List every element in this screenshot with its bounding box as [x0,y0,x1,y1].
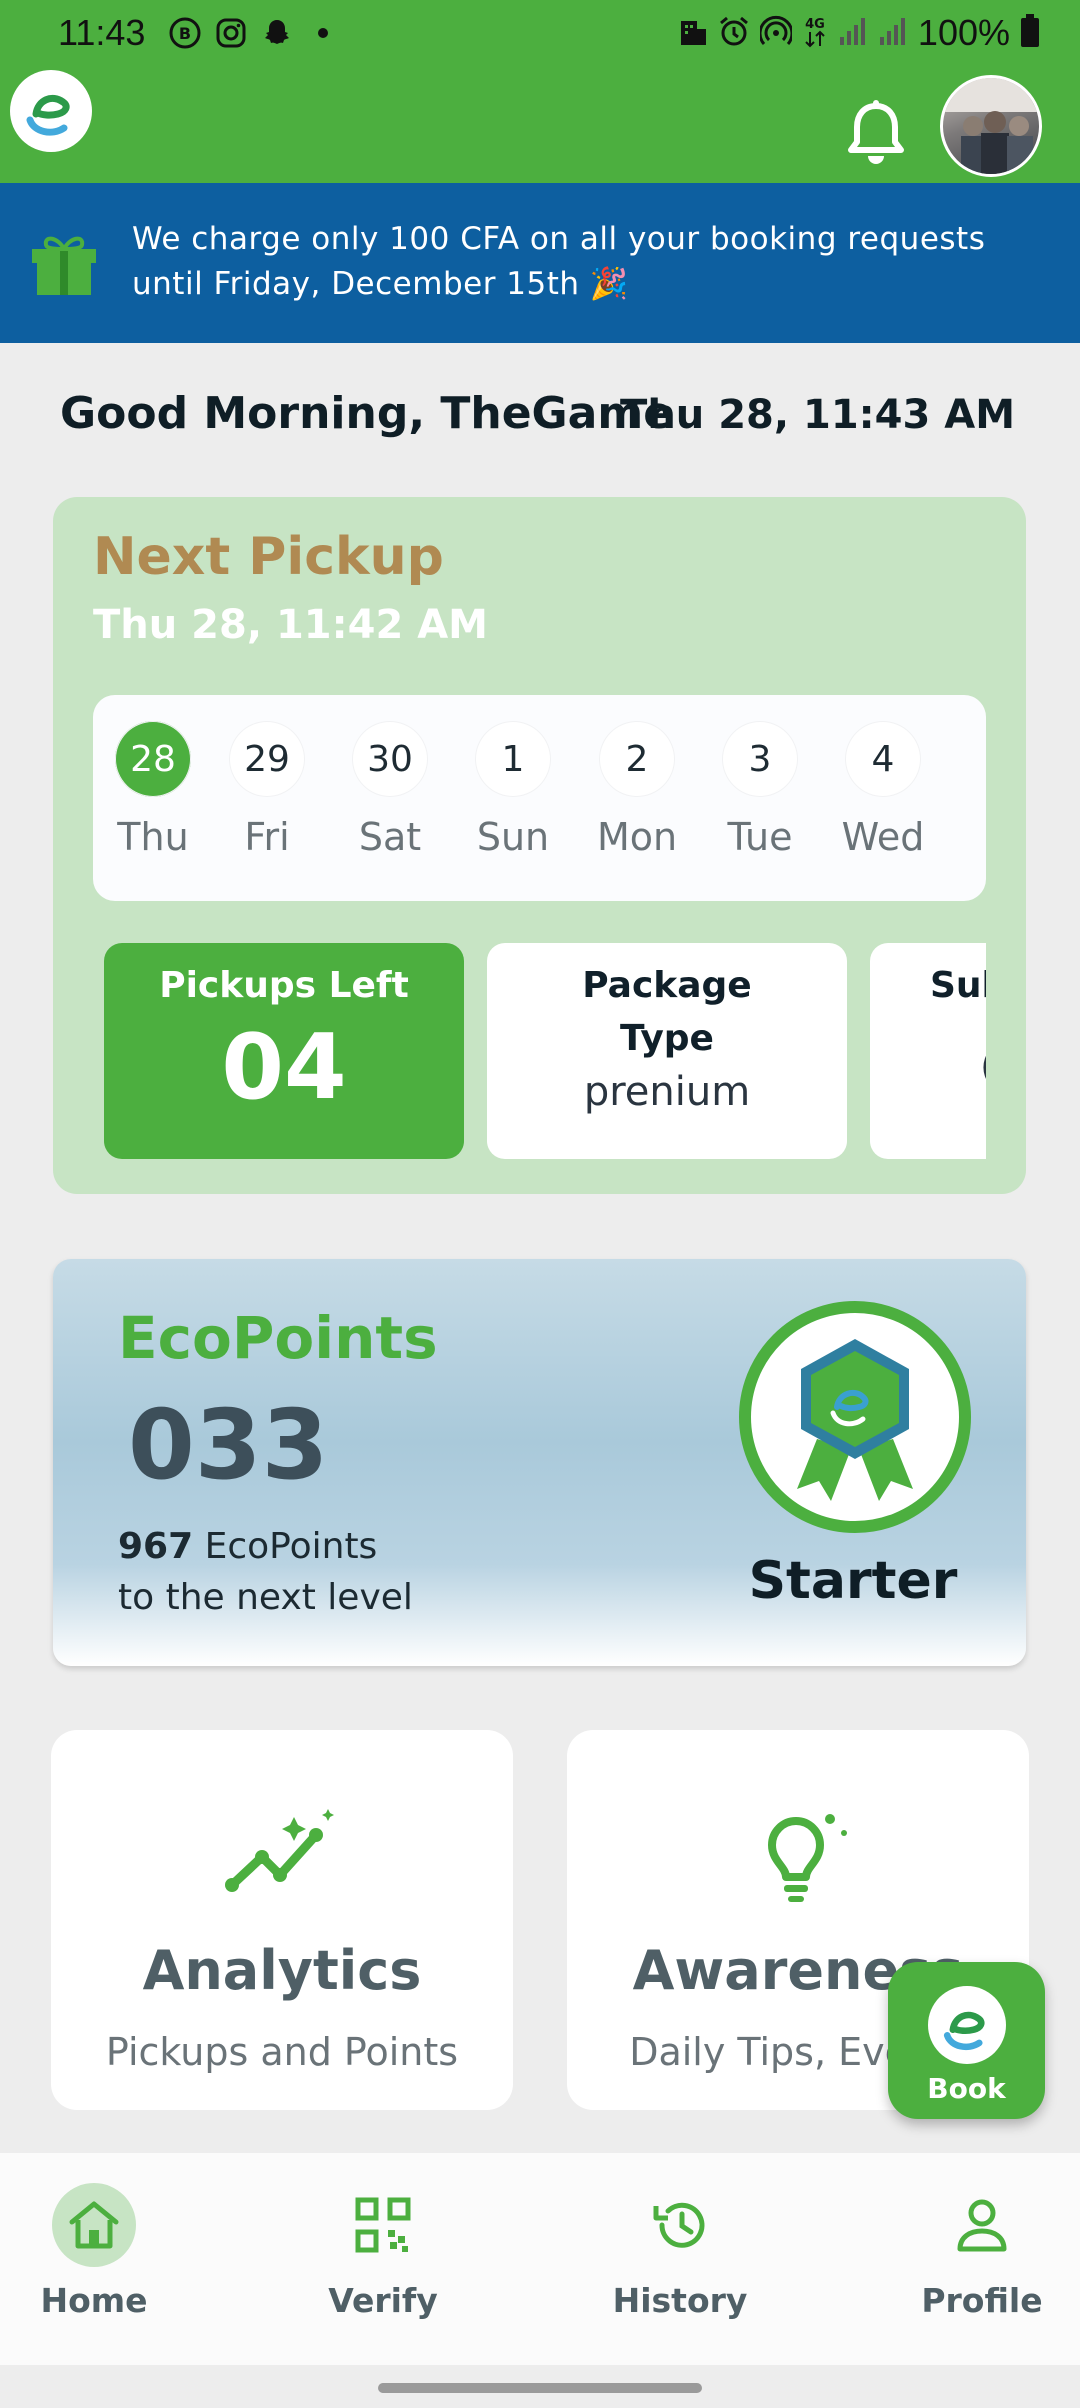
day-number: 2 [599,721,675,797]
dot-icon [306,16,340,50]
day-item[interactable]: 4 Wed [833,721,933,891]
package-type-card[interactable]: Package Type prenium [487,943,847,1159]
promo-banner[interactable]: We charge only 100 CFA on all your booki… [0,183,1080,343]
day-item[interactable]: 3 Tue [710,721,810,891]
analytics-title: Analytics [142,1939,422,2002]
pickups-left-label: Pickups Left [159,965,409,1006]
day-number: 28 [115,721,191,797]
day-number: 3 [722,721,798,797]
gesture-bar[interactable] [378,2383,702,2393]
ecopoints-next-suffix: to the next level [118,1577,413,1618]
signal-icon [878,15,908,51]
day-item[interactable]: 29 Fri [217,721,317,891]
book-label: Book [927,2072,1006,2105]
hotspot-icon [758,15,794,51]
building-icon [678,15,708,51]
nav-history-label: History [612,2281,748,2320]
nav-profile-label: Profile [921,2281,1043,2320]
analytics-icon [222,1805,342,1905]
status-left-icons: B [168,16,340,50]
home-icon [52,2183,136,2267]
lightbulb-icon [738,1805,858,1905]
snapchat-icon [260,16,294,50]
b-circle-icon: B [168,16,202,50]
nav-verify[interactable]: Verify [283,2183,483,2320]
ecopoints-next-level: 967 EcoPoints to the next level [118,1521,413,1623]
ecopoints-level: Starter [748,1551,958,1611]
status-right-icons: 4G 100% [678,12,1040,54]
nav-home-label: Home [40,2281,148,2320]
day-number: 1 [475,721,551,797]
next-pickup-datetime: Thu 28, 11:42 AM [93,602,488,648]
day-name: Sun [476,815,550,859]
day-number: 4 [845,721,921,797]
day-number: 29 [229,721,305,797]
subscription-label: Sub [930,965,986,1006]
signal-icon [838,15,868,51]
day-item[interactable]: 1 Sun [463,721,563,891]
day-name: Wed [841,815,925,859]
pickup-stats-row: Pickups Left 04 Package Type prenium Sub… [53,943,986,1163]
next-pickup-title: Next Pickup [93,527,444,587]
ecopoints-card[interactable]: EcoPoints 033 967 EcoPoints to the next … [53,1259,1026,1666]
promo-text: We charge only 100 CFA on all your booki… [132,221,986,302]
package-type-value: prenium [583,1069,751,1115]
analytics-card[interactable]: Analytics Pickups and Points [51,1730,513,2110]
qr-code-icon [341,2183,425,2267]
day-name: Tue [727,815,793,859]
profile-icon [940,2183,1024,2267]
day-name: Thu [117,815,189,859]
nav-profile[interactable]: Profile [882,2183,1080,2320]
nav-history[interactable]: History [580,2183,780,2320]
ribbon-badge-icon [737,1299,973,1535]
day-item[interactable]: 28 Thu [103,721,203,891]
day-selector: 28 Thu 29 Fri 30 Sat 1 Sun 2 Mon 3 Tue 4… [93,695,986,901]
gift-icon [28,231,100,297]
bell-icon [845,100,907,174]
instagram-icon [214,16,248,50]
subscription-card[interactable]: Sub ( [870,943,986,1159]
ecotrash-logo-icon [927,1986,1006,2064]
greeting-text: Good Morning, TheGame [60,388,674,439]
alarm-icon [718,15,750,51]
notification-button[interactable] [845,100,907,170]
analytics-subtitle: Pickups and Points [105,2030,459,2074]
status-time: 11:43 [58,12,146,53]
svg-text:4G: 4G [805,17,825,32]
history-icon [638,2183,722,2267]
avatar[interactable] [940,75,1042,177]
book-button[interactable]: Book [888,1962,1045,2119]
next-pickup-card: Next Pickup Thu 28, 11:42 AM 28 Thu 29 F… [53,497,1026,1194]
ecopoints-value: 033 [128,1389,329,1501]
day-item[interactable]: 2 Mon [587,721,687,891]
subscription-value: ( [870,1044,986,1090]
ecopoints-remaining: 967 [118,1526,194,1567]
day-name: Fri [244,815,290,859]
day-number: 30 [352,721,428,797]
day-item[interactable]: 30 Sat [340,721,440,891]
pickups-left-value: 04 [221,1015,347,1120]
nav-verify-label: Verify [328,2281,438,2320]
package-type-label: Package Type [582,965,752,1059]
battery-icon [1020,14,1040,52]
ecopoints-unit: EcoPoints [204,1526,378,1567]
status-bar: 11:43 B 4G 100% [0,0,1080,70]
current-datetime: Thu 28, 11:43 AM [620,392,1015,438]
pickups-left-card[interactable]: Pickups Left 04 [104,943,464,1159]
ecotrash-logo-icon [16,74,86,148]
svg-text:B: B [179,24,191,43]
nav-home[interactable]: Home [0,2183,194,2320]
ecopoints-title: EcoPoints [118,1304,438,1372]
battery-percent: 100% [917,12,1010,53]
day-name: Mon [596,815,678,859]
app-header: 11:43 B 4G 100% [0,0,1080,183]
4g-icon: 4G [802,14,828,52]
app-logo[interactable] [10,70,92,152]
bottom-navigation: Home Verify History Profile [0,2153,1080,2365]
day-name: Sat [358,815,422,859]
